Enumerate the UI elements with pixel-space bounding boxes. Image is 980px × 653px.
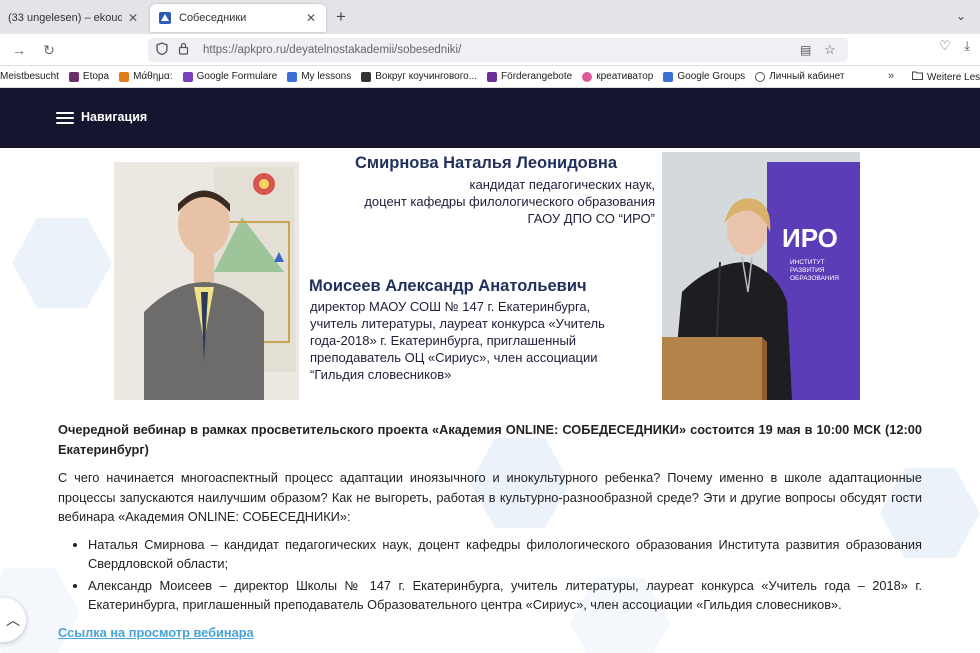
speaker-credential: учитель литературы, лауреат конкурса «Уч… bbox=[310, 316, 605, 331]
bookmark-favicon-icon bbox=[663, 71, 674, 82]
speaker-credential: преподаватель ОЦ «Сириус», член ассоциац… bbox=[310, 350, 598, 365]
bookmark-favicon-icon bbox=[361, 71, 372, 82]
bookmark-item[interactable]: Google Groups bbox=[663, 71, 745, 82]
article-intro: С чего начинается многоаспектный процесс… bbox=[58, 470, 922, 524]
speaker-credential: “Гильдия словесников» bbox=[310, 367, 452, 382]
speaker-photo-moiseev bbox=[114, 162, 299, 400]
folder-icon bbox=[912, 71, 923, 83]
page-content: Смирнова Наталья Леонидовна кандидат пед… bbox=[0, 148, 980, 653]
chevron-up-icon: ︿ bbox=[6, 612, 20, 628]
bookmark-favicon-icon bbox=[487, 71, 498, 82]
shield-icon[interactable] bbox=[156, 42, 168, 58]
bookmark-item[interactable]: Meistbesucht bbox=[0, 71, 59, 82]
background-hexagon bbox=[12, 218, 112, 308]
tab-list-icon[interactable]: ⌄ bbox=[956, 9, 966, 23]
bookmark-favicon-icon bbox=[119, 71, 130, 82]
other-bookmarks-folder[interactable]: Weitere Lese bbox=[912, 71, 980, 83]
list-item: Александр Моисеев – директор Школы № 147… bbox=[88, 576, 922, 615]
bookmark-favicon-icon bbox=[755, 71, 766, 82]
bookmark-item[interactable]: Вокруг коучингового... bbox=[361, 71, 477, 82]
more-bookmarks-icon[interactable]: » bbox=[888, 70, 894, 82]
webinar-link[interactable]: Ссылка на просмотр вебинара bbox=[58, 623, 254, 643]
bookmark-favicon-icon bbox=[287, 71, 298, 82]
speaker-credential: доцент кафедры филологического образован… bbox=[364, 194, 655, 209]
speaker-credential: года-2018» г. Екатеринбурга, приглашенны… bbox=[310, 333, 577, 348]
speakers-banner: Смирнова Наталья Леонидовна кандидат пед… bbox=[114, 152, 866, 404]
close-icon[interactable]: ✕ bbox=[304, 11, 318, 25]
speaker-credential: ГАОУ ДПО СО “ИРО” bbox=[527, 211, 655, 226]
speaker-photo-smirnova: ИРО ИНСТИТУТ РАЗВИТИЯ ОБРАЗОВАНИЯ bbox=[662, 152, 860, 400]
svg-text:ОБРАЗОВАНИЯ: ОБРАЗОВАНИЯ bbox=[790, 275, 839, 282]
browser-tab-bar: (33 ungelesen) – ekoudrjavtsev ✕ Собесед… bbox=[0, 0, 980, 34]
svg-text:ИНСТИТУТ: ИНСТИТУТ bbox=[790, 259, 825, 266]
bookmark-favicon-icon bbox=[182, 71, 193, 82]
site-header: Навигация bbox=[0, 88, 980, 148]
new-tab-icon[interactable]: + bbox=[332, 8, 350, 26]
article-body: Очередной вебинар в рамках просветительс… bbox=[58, 420, 922, 642]
bookmark-item[interactable]: Etopa bbox=[68, 71, 109, 82]
reload-icon[interactable]: ↻ bbox=[40, 41, 58, 59]
bookmark-item[interactable]: Förderangebote bbox=[487, 71, 572, 82]
bookmark-favicon-icon bbox=[68, 71, 79, 82]
bookmark-item[interactable]: Личный кабинет bbox=[755, 71, 844, 82]
article-lead: Очередной вебинар в рамках просветительс… bbox=[58, 422, 922, 457]
download-icon[interactable]: ⤓ bbox=[964, 38, 970, 53]
bookmark-item[interactable]: My lessons bbox=[287, 71, 351, 82]
tab-label: Собеседники bbox=[179, 12, 247, 24]
forward-icon[interactable]: → bbox=[10, 41, 28, 59]
svg-text:ИРО: ИРО bbox=[782, 223, 838, 253]
url-text: https://apkpro.ru/deyatelnostakademii/so… bbox=[203, 44, 462, 56]
site-favicon-icon bbox=[158, 11, 172, 25]
bookmark-item[interactable]: креативатор bbox=[582, 71, 653, 82]
lock-icon[interactable] bbox=[178, 42, 189, 58]
bookmark-star-icon[interactable]: ☆ bbox=[824, 42, 836, 58]
close-icon[interactable]: ✕ bbox=[126, 11, 140, 25]
list-item: Наталья Смирнова – кандидат педагогическ… bbox=[88, 535, 922, 574]
speaker-name: Смирнова Наталья Леонидовна bbox=[355, 154, 618, 172]
tab-sobesedniki[interactable]: Собеседники ✕ bbox=[150, 4, 326, 32]
speaker-credential: кандидат педагогических наук, bbox=[469, 177, 655, 192]
bookmark-favicon-icon bbox=[582, 71, 593, 82]
bookmark-item[interactable]: Μάθημα: bbox=[119, 71, 173, 82]
speaker-name: Моисеев Александр Анатольевич bbox=[309, 277, 587, 295]
guest-list: Наталья Смирнова – кандидат педагогическ… bbox=[58, 535, 922, 615]
browser-navbar: → ↻ https://apkpro.ru/deyatelnostakademi… bbox=[0, 34, 980, 66]
svg-text:РАЗВИТИЯ: РАЗВИТИЯ bbox=[790, 267, 825, 274]
address-bar[interactable]: https://apkpro.ru/deyatelnostakademii/so… bbox=[148, 38, 848, 62]
tab-mail[interactable]: (33 ungelesen) – ekoudrjavtsev ✕ bbox=[0, 4, 148, 32]
tab-label: (33 ungelesen) – ekoudrjavtsev bbox=[8, 12, 122, 24]
bookmarks-bar: Meistbesucht Etopa Μάθημα: Google Formul… bbox=[0, 66, 980, 88]
bookmark-item[interactable]: Google Formulare bbox=[182, 71, 277, 82]
menu-icon[interactable] bbox=[56, 112, 74, 124]
pocket-icon[interactable]: ♡ bbox=[939, 38, 951, 53]
reader-view-icon[interactable]: ▤ bbox=[800, 43, 811, 57]
speaker-credential: директор МАОУ СОШ № 147 г. Екатеринбурга… bbox=[310, 299, 591, 314]
navigation-menu-button[interactable]: Навигация bbox=[81, 110, 147, 124]
